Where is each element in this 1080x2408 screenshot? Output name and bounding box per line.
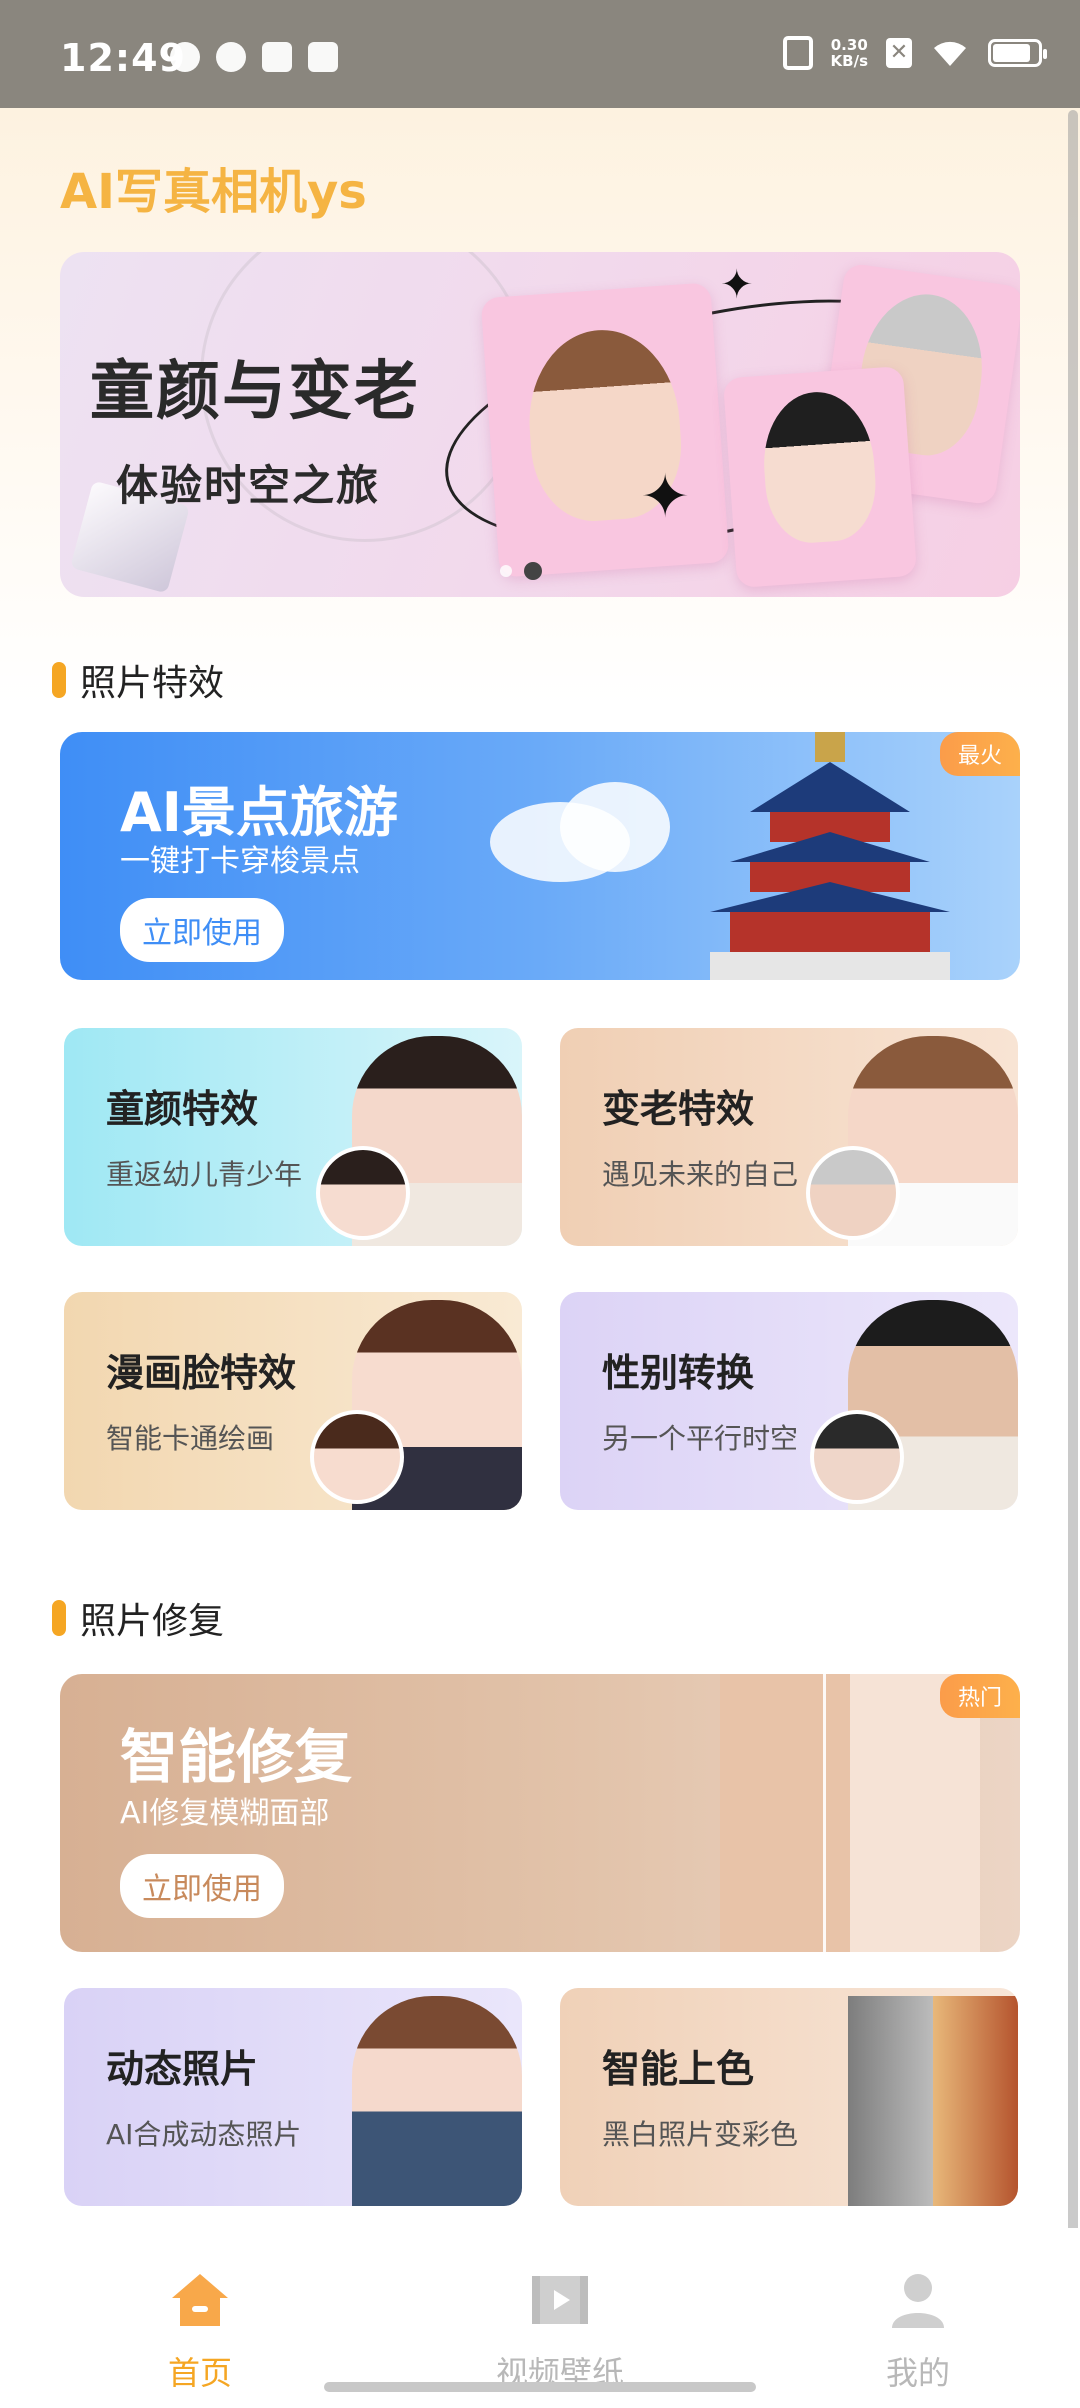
nav-video-wallpaper[interactable]: 视频壁纸 <box>460 2268 660 2394</box>
banner-carousel[interactable]: 童颜与变老 体验时空之旅 ✦ ✦ <box>60 252 1020 597</box>
nav-profile[interactable]: 我的 <box>818 2268 1018 2394</box>
aging-effect-card[interactable]: 变老特效 遇见未来的自己 <box>560 1028 1018 1246</box>
battery-level <box>993 44 1031 62</box>
repair-subtitle: AI修复模糊面部 <box>120 1796 330 1831</box>
card-title: 童颜特效 <box>106 1087 259 1131</box>
card-subtitle: AI合成动态照片 <box>106 2118 302 2151</box>
repair-title: 智能修复 <box>120 1723 353 1791</box>
status-notifications <box>170 42 338 72</box>
child-thumbnail <box>316 1146 410 1240</box>
battery-icon <box>988 39 1047 67</box>
notification-cat-icon <box>170 42 200 72</box>
home-icon <box>172 2274 228 2326</box>
net-speed-value: 0.30 <box>830 36 868 54</box>
card-subtitle: 另一个平行时空 <box>602 1422 799 1455</box>
child-face-effect-card[interactable]: 童颜特效 重返幼儿青少年 <box>64 1028 522 1246</box>
card-title: 性别转换 <box>602 1351 755 1395</box>
banner-subtitle: 体验时空之旅 <box>116 461 381 510</box>
box-icon <box>308 42 338 72</box>
card-subtitle: 遇见未来的自己 <box>602 1158 799 1191</box>
child-portrait-card <box>722 365 918 589</box>
card-subtitle: 智能卡通绘画 <box>106 1422 275 1455</box>
card-title: 变老特效 <box>602 1087 755 1131</box>
section-title: 照片修复 <box>80 1601 225 1642</box>
woman-portrait-image <box>352 1996 522 2206</box>
cartoon-face-effect-card[interactable]: 漫画脸特效 智能卡通绘画 <box>64 1292 522 1510</box>
bottom-navigation: 首页 视频壁纸 我的 <box>0 2228 1080 2408</box>
sparkle-icon: ✦ <box>640 462 691 532</box>
smart-repair-card[interactable]: 智能修复 AI修复模糊面部 立即使用 热门 <box>60 1674 1020 1952</box>
net-speed: 0.30 KB/s <box>831 37 868 69</box>
scrollbar[interactable] <box>1068 110 1078 2246</box>
portrait-face <box>759 388 880 546</box>
travel-card[interactable]: AI景点旅游 一键打卡穿梭景点 立即使用 最火 <box>60 732 1020 980</box>
card-title: 智能上色 <box>602 2047 755 2091</box>
carousel-dot-active[interactable] <box>524 562 542 580</box>
carousel-dots <box>500 562 542 580</box>
travel-use-button[interactable]: 立即使用 <box>120 898 284 962</box>
card-subtitle: 黑白照片变彩色 <box>602 2118 799 2151</box>
young-portrait-card <box>480 282 730 578</box>
card-title: 漫画脸特效 <box>106 1351 297 1395</box>
colorize-card[interactable]: 智能上色 黑白照片变彩色 <box>560 1988 1018 2206</box>
net-speed-unit: KB/s <box>830 52 868 70</box>
vibrate-icon <box>782 36 813 70</box>
card-subtitle: 重返幼儿青少年 <box>106 1158 303 1191</box>
app-title: AI写真相机ys <box>60 164 367 220</box>
profile-icon <box>892 2274 944 2328</box>
section-photo-effects: 照片特效 <box>52 654 224 706</box>
leaf-icon <box>216 42 246 72</box>
status-time: 12:49 <box>60 36 186 80</box>
temple-of-heaven-image <box>710 732 950 980</box>
colorized-portrait-image <box>848 1996 1018 2206</box>
woman-thumbnail <box>810 1410 904 1504</box>
repair-use-button[interactable]: 立即使用 <box>120 1854 284 1918</box>
face-comparison-image <box>720 1674 980 1952</box>
close-box-icon: ✕ <box>886 38 912 68</box>
banner-title: 童颜与变老 <box>90 355 420 429</box>
wifi-icon <box>930 38 970 68</box>
section-photo-repair: 照片修复 <box>52 1592 224 1644</box>
gender-swap-effect-card[interactable]: 性别转换 另一个平行时空 <box>560 1292 1018 1510</box>
mail-icon <box>262 42 292 72</box>
hot-badge: 最火 <box>939 732 1020 776</box>
cloud-decoration <box>560 782 670 872</box>
sparkle-icon: ✦ <box>720 262 754 308</box>
section-marker <box>52 1600 66 1636</box>
status-bar: 12:49 0.30 KB/s ✕ <box>0 0 1080 108</box>
popular-badge: 热门 <box>939 1674 1020 1718</box>
section-title: 照片特效 <box>80 663 225 704</box>
travel-subtitle: 一键打卡穿梭景点 <box>120 844 360 879</box>
card-title: 动态照片 <box>106 2047 259 2091</box>
nav-label: 首页 <box>167 2354 232 2392</box>
cartoon-thumbnail <box>310 1410 404 1504</box>
nav-home[interactable]: 首页 <box>100 2268 300 2394</box>
video-icon <box>532 2276 588 2324</box>
carousel-dot[interactable] <box>500 565 512 577</box>
nav-label: 我的 <box>885 2354 950 2392</box>
status-system-icons: 0.30 KB/s ✕ <box>782 36 1047 70</box>
home-indicator[interactable] <box>324 2382 756 2392</box>
animated-photo-card[interactable]: 动态照片 AI合成动态照片 <box>64 1988 522 2206</box>
elderly-thumbnail <box>806 1146 900 1240</box>
section-marker <box>52 662 66 698</box>
comparison-divider <box>823 1674 826 1952</box>
